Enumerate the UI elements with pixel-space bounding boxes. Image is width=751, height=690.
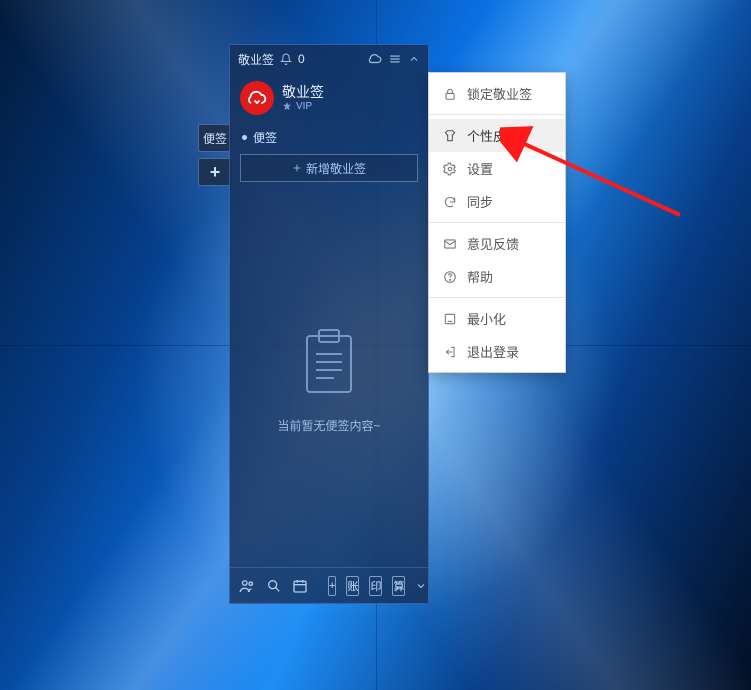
contacts-icon[interactable] [238,577,256,595]
bottom-sq-calc[interactable]: 算 [392,576,405,596]
menu-settings[interactable]: 设置 [429,152,565,185]
app-window: 敬业签 0 敬业签 VIP 便签 新增敬 [229,44,429,604]
dropdown-menu: 锁定敬业签 个性皮肤 设置 同步 意见反馈 帮助 最小化 退出登录 [428,72,566,373]
menu-lock[interactable]: 锁定敬业签 [429,77,565,110]
empty-text: 当前暂无便签内容~ [277,417,380,434]
bottom-sq-add[interactable]: + [328,576,336,596]
clipboard-icon [301,328,357,399]
menu-lines-icon[interactable] [388,52,402,66]
bottom-bar: + 账 印 算 [230,567,428,603]
menu-logout[interactable]: 退出登录 [429,335,565,368]
section-header: 便签 [230,125,428,154]
calendar-icon[interactable] [292,578,308,594]
side-tab-stack: 便签 + [198,124,232,186]
profile-row: 敬业签 VIP [230,73,428,125]
side-tab-note[interactable]: 便签 [198,124,232,152]
menu-skin[interactable]: 个性皮肤 [429,119,565,152]
menu-settings-label: 设置 [467,159,493,178]
menu-sync-label: 同步 [467,192,493,211]
bell-icon[interactable] [280,53,292,65]
bottom-sq-account[interactable]: 账 [346,576,359,596]
cloud-sync-icon[interactable] [368,52,382,66]
app-title: 敬业签 [238,51,274,68]
add-note-button[interactable]: 新增敬业签 [240,154,418,182]
search-icon[interactable] [266,578,282,594]
section-title: 便签 [253,129,277,146]
side-tab-add[interactable]: + [198,158,232,186]
menu-help-label: 帮助 [467,267,493,286]
menu-logout-label: 退出登录 [467,342,519,361]
vip-badge: VIP [282,101,324,112]
menu-feedback[interactable]: 意见反馈 [429,227,565,260]
notification-count: 0 [298,52,305,66]
menu-separator [429,297,565,298]
menu-feedback-label: 意见反馈 [467,234,519,253]
bullet-icon [242,135,247,140]
menu-minimize[interactable]: 最小化 [429,302,565,335]
bottom-sq-print[interactable]: 印 [369,576,382,596]
menu-minimize-label: 最小化 [467,309,506,328]
titlebar: 敬业签 0 [230,45,428,73]
menu-separator [429,114,565,115]
avatar[interactable] [240,81,274,115]
chevron-up-icon[interactable] [408,53,420,65]
add-note-label: 新增敬业签 [306,160,366,177]
menu-skin-label: 个性皮肤 [467,126,519,145]
menu-separator [429,222,565,223]
menu-lock-label: 锁定敬业签 [467,84,532,103]
menu-sync[interactable]: 同步 [429,185,565,218]
empty-state: 当前暂无便签内容~ [230,194,428,567]
chevron-down-icon[interactable] [415,580,427,592]
brand-name: 敬业签 [282,85,324,99]
menu-help[interactable]: 帮助 [429,260,565,293]
